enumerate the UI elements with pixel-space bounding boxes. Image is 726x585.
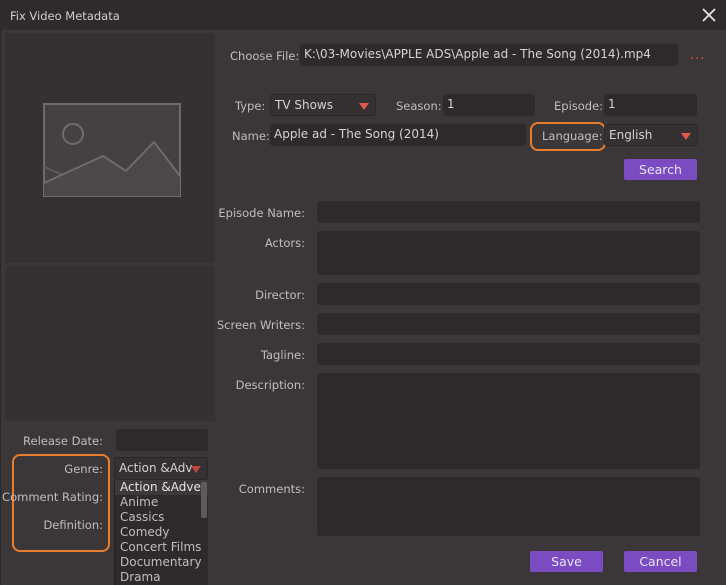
episode-label: Episode:	[554, 99, 604, 113]
definition-label: Definition:	[43, 518, 103, 532]
window-title: Fix Video Metadata	[10, 9, 120, 23]
genre-label: Genre:	[64, 462, 103, 476]
search-button[interactable]: Search	[624, 159, 697, 180]
image-placeholder-icon	[43, 103, 181, 197]
director-input[interactable]	[317, 283, 700, 305]
type-label: Type:	[235, 99, 266, 113]
type-select[interactable]: TV Shows	[270, 94, 376, 116]
genre-option[interactable]: Comedy	[115, 525, 208, 540]
genre-list-scrollbar[interactable]	[201, 482, 207, 518]
dialog-body: Choose File: K:\03-Movies\APPLE ADS\Appl…	[0, 30, 726, 585]
secondary-preview-panel	[5, 266, 215, 421]
genre-option[interactable]: Concert Films	[115, 540, 208, 555]
genre-option[interactable]: Drama	[115, 570, 208, 585]
release-date-input[interactable]	[116, 429, 208, 451]
genre-value: Action &Adv	[119, 461, 193, 475]
language-value: English	[609, 128, 653, 142]
close-icon[interactable]	[700, 6, 718, 24]
actors-label: Actors:	[264, 236, 305, 250]
genre-option[interactable]: Documentary	[115, 555, 208, 570]
season-input[interactable]: 1	[443, 94, 535, 116]
description-input[interactable]	[317, 373, 700, 469]
file-path-input[interactable]: K:\03-Movies\APPLE ADS\Apple ad - The So…	[300, 44, 678, 66]
comment-rating-label: Comment Rating:	[2, 490, 103, 504]
episode-name-label: Episode Name:	[218, 206, 305, 220]
type-value: TV Shows	[275, 98, 333, 112]
language-select[interactable]: English	[604, 124, 698, 146]
genre-option[interactable]: Action &Adver	[115, 480, 208, 495]
genre-option[interactable]: Cassics	[115, 510, 208, 525]
save-button[interactable]: Save	[530, 551, 603, 572]
release-date-label: Release Date:	[23, 434, 103, 448]
thumbnail-panel[interactable]	[5, 33, 215, 263]
more-dots-icon[interactable]: ···	[690, 52, 705, 67]
choose-file-label: Choose File:	[230, 49, 300, 63]
title-bar: Fix Video Metadata	[0, 0, 726, 30]
dropdown-caret-icon	[191, 466, 201, 473]
description-label: Description:	[235, 378, 305, 392]
episode-input[interactable]: 1	[604, 94, 697, 116]
director-label: Director:	[255, 288, 305, 302]
screen-writers-input[interactable]	[317, 313, 700, 335]
comments-input[interactable]	[317, 477, 700, 536]
tagline-label: Tagline:	[260, 348, 305, 362]
language-label: Language:	[542, 129, 603, 143]
actors-input[interactable]	[317, 231, 700, 275]
dropdown-caret-icon	[359, 103, 369, 110]
genre-select[interactable]: Action &Adv	[114, 457, 208, 480]
dropdown-caret-icon	[681, 133, 691, 140]
cancel-button[interactable]: Cancel	[624, 551, 697, 572]
comments-label: Comments:	[238, 482, 305, 496]
tagline-input[interactable]	[317, 343, 700, 365]
genre-option[interactable]: Anime	[115, 495, 208, 510]
episode-name-input[interactable]	[317, 201, 700, 223]
name-label: Name:	[232, 129, 270, 143]
genre-dropdown-list[interactable]: Action &Adver Anime Cassics Comedy Conce…	[114, 480, 208, 585]
season-label: Season:	[396, 99, 442, 113]
name-input[interactable]: Apple ad - The Song (2014)	[270, 124, 526, 146]
screen-writers-label: Screen Writers:	[216, 318, 305, 332]
